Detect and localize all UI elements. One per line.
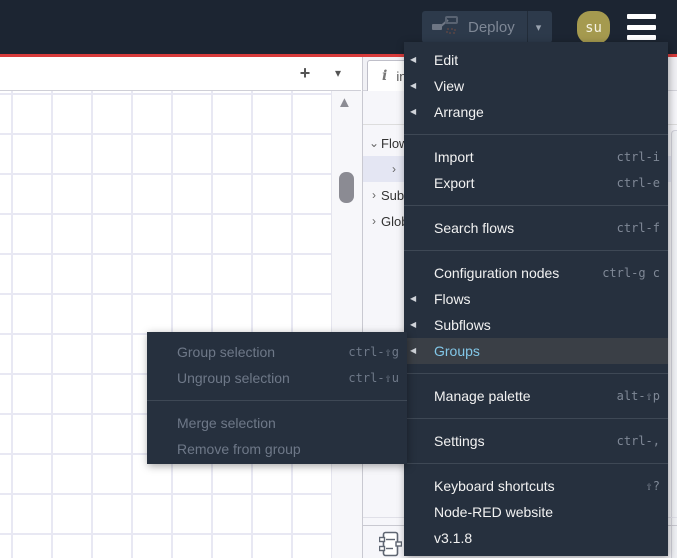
- menu-item-view[interactable]: ◀ View: [404, 73, 668, 99]
- info-icon: i: [382, 68, 388, 84]
- submenu-left-arrow-icon: ◀: [410, 294, 417, 303]
- sidebar-panel-edge: [671, 130, 677, 558]
- menu-item-keyboard-shortcuts[interactable]: Keyboard shortcuts ⇧?: [404, 473, 668, 499]
- menu-item-settings[interactable]: Settings ctrl-,: [404, 428, 668, 454]
- menu-item-configuration-nodes[interactable]: Configuration nodes ctrl-g c: [404, 260, 668, 286]
- main-menu-toggle[interactable]: [627, 14, 656, 40]
- hamburger-bar: [627, 14, 656, 19]
- menu-item-arrange[interactable]: ◀ Arrange: [404, 99, 668, 125]
- submenu-left-arrow-icon: ◀: [410, 107, 417, 116]
- deploy-nodes-icon: [432, 15, 458, 40]
- submenu-item-group-selection[interactable]: Group selection ctrl-⇧g: [147, 339, 407, 365]
- caret-right-icon[interactable]: ›: [367, 188, 381, 202]
- deploy-split-divider: [526, 11, 528, 43]
- add-flow-button[interactable]: +: [293, 60, 317, 86]
- deploy-button[interactable]: Deploy ▾: [422, 11, 552, 43]
- submenu-item-remove-from-group[interactable]: Remove from group: [147, 436, 407, 462]
- outline-node-icon[interactable]: [378, 531, 403, 558]
- menu-item-subflows[interactable]: ◀ Subflows: [404, 312, 668, 338]
- shortcut-label: ctrl-⇧u: [348, 371, 399, 385]
- main-menu: ◀ Edit ◀ View ◀ Arrange Import ctrl-i Ex…: [404, 42, 668, 556]
- user-avatar[interactable]: su: [577, 11, 610, 44]
- menu-separator: [404, 134, 668, 135]
- node-red-app: Deploy ▾ su + ▾ ▲ i info ⌄ Flows ›: [0, 0, 677, 558]
- deploy-dropdown-icon[interactable]: ▾: [536, 21, 542, 34]
- submenu-left-arrow-icon: ◀: [410, 55, 417, 64]
- scrollbar-thumb[interactable]: [339, 172, 354, 203]
- deploy-label: Deploy: [468, 18, 515, 36]
- shortcut-label: ⇧?: [645, 479, 660, 493]
- shortcut-label: ctrl-e: [616, 176, 660, 190]
- menu-item-flows[interactable]: ◀ Flows: [404, 286, 668, 312]
- menu-separator: [404, 418, 668, 419]
- canvas-vertical-scrollbar[interactable]: ▲: [331, 91, 362, 558]
- menu-separator: [147, 400, 407, 401]
- scroll-up-icon[interactable]: ▲: [337, 94, 352, 111]
- workspace-tab-bar: + ▾: [0, 57, 361, 91]
- menu-separator: [404, 250, 668, 251]
- caret-right-icon[interactable]: ›: [387, 162, 401, 176]
- flow-list-button[interactable]: ▾: [326, 60, 350, 86]
- groups-submenu: Group selection ctrl-⇧g Ungroup selectio…: [147, 332, 407, 464]
- hamburger-bar: [627, 24, 656, 30]
- menu-separator: [404, 205, 668, 206]
- caret-right-icon[interactable]: ›: [367, 214, 381, 228]
- menu-item-edit[interactable]: ◀ Edit: [404, 47, 668, 73]
- shortcut-label: ctrl-⇧g: [348, 345, 399, 359]
- menu-separator: [404, 373, 668, 374]
- submenu-item-merge-selection[interactable]: Merge selection: [147, 410, 407, 436]
- shortcut-label: ctrl-i: [616, 150, 660, 164]
- menu-item-search-flows[interactable]: Search flows ctrl-f: [404, 215, 668, 241]
- shortcut-label: ctrl-g c: [602, 266, 660, 280]
- menu-item-groups[interactable]: ◀ Groups: [404, 338, 668, 364]
- flow-canvas[interactable]: [0, 91, 361, 558]
- menu-item-export[interactable]: Export ctrl-e: [404, 170, 668, 196]
- submenu-left-arrow-icon: ◀: [410, 320, 417, 329]
- submenu-item-ungroup-selection[interactable]: Ungroup selection ctrl-⇧u: [147, 365, 407, 391]
- shortcut-label: alt-⇧p: [616, 389, 660, 403]
- menu-item-version[interactable]: v3.1.8: [404, 525, 668, 551]
- menu-separator: [404, 463, 668, 464]
- menu-item-import[interactable]: Import ctrl-i: [404, 144, 668, 170]
- menu-item-manage-palette[interactable]: Manage palette alt-⇧p: [404, 383, 668, 409]
- menu-item-node-red-website[interactable]: Node-RED website: [404, 499, 668, 525]
- caret-down-icon[interactable]: ⌄: [367, 136, 381, 150]
- hamburger-bar: [627, 35, 656, 40]
- submenu-left-arrow-icon: ◀: [410, 346, 417, 355]
- submenu-left-arrow-icon: ◀: [410, 81, 417, 90]
- shortcut-label: ctrl-f: [616, 221, 660, 235]
- shortcut-label: ctrl-,: [616, 434, 660, 448]
